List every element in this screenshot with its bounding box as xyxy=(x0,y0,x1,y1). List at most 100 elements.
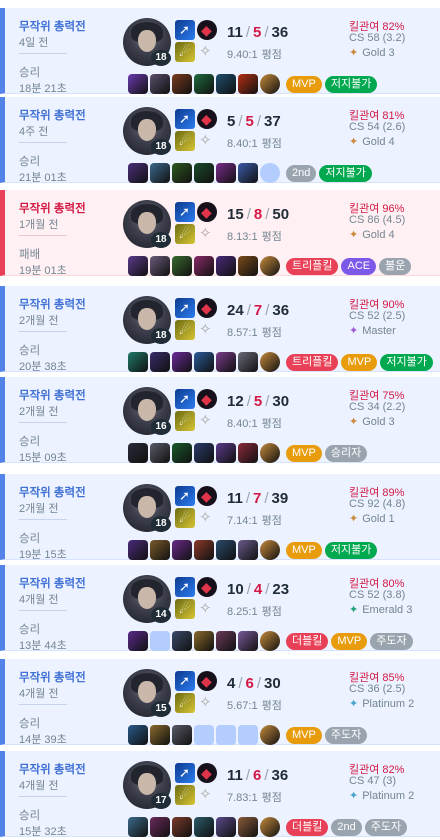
match-card[interactable]: 무작위 총력전 2개월 전 승리 19분 15초 18 ➚ ☄ ◆ ✧ 11/7/39 7.14:1… xyxy=(0,474,440,561)
item-slot[interactable] xyxy=(150,163,170,183)
item-slot[interactable] xyxy=(216,540,236,560)
summoner-spell-flash-icon[interactable]: ➚ xyxy=(175,671,195,691)
item-slot[interactable] xyxy=(238,163,258,183)
item-slot[interactable] xyxy=(238,74,258,94)
match-card[interactable]: 무작위 총력전 4주 전 승리 21분 01초 18 ➚ ☄ ◆ ✧ 5/5/37 8.40:1 평점… xyxy=(0,97,440,184)
match-card[interactable]: 무작위 총력전 1개월 전 패배 19분 01초 18 ➚ ☄ ◆ ✧ 15/8/50 8.13:1… xyxy=(0,190,440,277)
item-slot[interactable] xyxy=(150,256,170,276)
empty-item-slot[interactable] xyxy=(194,725,214,745)
secondary-rune-icon[interactable]: ✧ xyxy=(199,786,215,803)
item-slot[interactable] xyxy=(128,631,148,651)
item-slot[interactable] xyxy=(128,725,148,745)
secondary-rune-icon[interactable]: ✧ xyxy=(199,225,215,242)
keystone-rune-icon[interactable]: ◆ xyxy=(197,577,217,597)
secondary-rune-icon[interactable]: ✧ xyxy=(199,694,215,711)
item-slot[interactable] xyxy=(150,352,170,372)
match-card[interactable]: 무작위 총력전 4개월 전 승리 13분 44초 14 ➚ ☄ ◆ ✧ 10/4/23 8.25:1… xyxy=(0,565,440,652)
empty-item-slot[interactable] xyxy=(216,725,236,745)
secondary-rune-icon[interactable]: ✧ xyxy=(199,509,215,526)
item-slot[interactable] xyxy=(128,443,148,463)
item-slot[interactable] xyxy=(238,631,258,651)
keystone-rune-icon[interactable]: ◆ xyxy=(197,671,217,691)
item-slot[interactable] xyxy=(216,631,236,651)
secondary-rune-icon[interactable]: ✧ xyxy=(199,412,215,429)
item-slot[interactable] xyxy=(150,725,170,745)
secondary-rune-icon[interactable]: ✧ xyxy=(199,600,215,617)
trinket-slot[interactable] xyxy=(260,74,280,94)
keystone-rune-icon[interactable]: ◆ xyxy=(197,202,217,222)
summoner-spell-flash-icon[interactable]: ➚ xyxy=(175,298,195,318)
summoner-spell-mark-icon[interactable]: ☄ xyxy=(175,411,195,431)
item-slot[interactable] xyxy=(238,443,258,463)
empty-item-slot[interactable] xyxy=(238,725,258,745)
item-slot[interactable] xyxy=(194,256,214,276)
summoner-spell-mark-icon[interactable]: ☄ xyxy=(175,508,195,528)
summoner-spell-flash-icon[interactable]: ➚ xyxy=(175,109,195,129)
item-slot[interactable] xyxy=(150,817,170,837)
keystone-rune-icon[interactable]: ◆ xyxy=(197,109,217,129)
item-slot[interactable] xyxy=(194,163,214,183)
item-slot[interactable] xyxy=(194,540,214,560)
item-slot[interactable] xyxy=(172,163,192,183)
item-slot[interactable] xyxy=(216,74,236,94)
item-slot[interactable] xyxy=(150,540,170,560)
match-card[interactable]: 무작위 총력전 4개월 전 승리 14분 39초 15 ➚ ☄ ◆ ✧ 4/6/30 5.67:1 평… xyxy=(0,659,440,746)
item-slot[interactable] xyxy=(194,817,214,837)
item-slot[interactable] xyxy=(150,443,170,463)
trinket-slot[interactable] xyxy=(260,540,280,560)
trinket-slot[interactable] xyxy=(260,725,280,745)
item-slot[interactable] xyxy=(128,74,148,94)
item-slot[interactable] xyxy=(150,74,170,94)
item-slot[interactable] xyxy=(194,443,214,463)
summoner-spell-mark-icon[interactable]: ☄ xyxy=(175,131,195,151)
item-slot[interactable] xyxy=(216,443,236,463)
keystone-rune-icon[interactable]: ◆ xyxy=(197,486,217,506)
summoner-spell-mark-icon[interactable]: ☄ xyxy=(175,320,195,340)
keystone-rune-icon[interactable]: ◆ xyxy=(197,298,217,318)
item-slot[interactable] xyxy=(194,74,214,94)
summoner-spell-flash-icon[interactable]: ➚ xyxy=(175,389,195,409)
summoner-spell-mark-icon[interactable]: ☄ xyxy=(175,693,195,713)
item-slot[interactable] xyxy=(238,540,258,560)
summoner-spell-flash-icon[interactable]: ➚ xyxy=(175,486,195,506)
item-slot[interactable] xyxy=(194,352,214,372)
item-slot[interactable] xyxy=(172,74,192,94)
item-slot[interactable] xyxy=(172,631,192,651)
match-card[interactable]: 무작위 총력전 4개월 전 승리 15분 32초 17 ➚ ☄ ◆ ✧ 11/6/36 7.83:1… xyxy=(0,751,440,838)
item-slot[interactable] xyxy=(128,540,148,560)
item-slot[interactable] xyxy=(216,817,236,837)
item-slot[interactable] xyxy=(194,631,214,651)
item-slot[interactable] xyxy=(238,256,258,276)
item-slot[interactable] xyxy=(172,443,192,463)
item-slot[interactable] xyxy=(238,817,258,837)
match-card[interactable]: 무작위 총력전 4일 전 승리 18분 21초 18 ➚ ☄ ◆ ✧ 11/5/36 9.40:1 평… xyxy=(0,8,440,95)
trinket-slot[interactable] xyxy=(260,352,280,372)
item-slot[interactable] xyxy=(216,256,236,276)
item-slot[interactable] xyxy=(172,256,192,276)
item-slot[interactable] xyxy=(216,352,236,372)
item-slot[interactable] xyxy=(172,352,192,372)
keystone-rune-icon[interactable]: ◆ xyxy=(197,763,217,783)
summoner-spell-flash-icon[interactable]: ➚ xyxy=(175,577,195,597)
keystone-rune-icon[interactable]: ◆ xyxy=(197,20,217,40)
keystone-rune-icon[interactable]: ◆ xyxy=(197,389,217,409)
summoner-spell-flash-icon[interactable]: ➚ xyxy=(175,763,195,783)
empty-item-slot[interactable] xyxy=(150,631,170,651)
trinket-slot[interactable] xyxy=(260,817,280,837)
match-card[interactable]: 무작위 총력전 2개월 전 승리 20분 38초 18 ➚ ☄ ◆ ✧ 24/7/36 8.57:1… xyxy=(0,286,440,373)
item-slot[interactable] xyxy=(172,817,192,837)
item-slot[interactable] xyxy=(216,163,236,183)
item-slot[interactable] xyxy=(128,352,148,372)
secondary-rune-icon[interactable]: ✧ xyxy=(199,321,215,338)
summoner-spell-mark-icon[interactable]: ☄ xyxy=(175,42,195,62)
summoner-spell-mark-icon[interactable]: ☄ xyxy=(175,224,195,244)
item-slot[interactable] xyxy=(128,163,148,183)
trinket-slot[interactable] xyxy=(260,443,280,463)
match-card[interactable]: 무작위 총력전 2개월 전 승리 15분 09초 16 ➚ ☄ ◆ ✧ 12/5/30 8.40:1… xyxy=(0,377,440,464)
secondary-rune-icon[interactable]: ✧ xyxy=(199,43,215,60)
summoner-spell-flash-icon[interactable]: ➚ xyxy=(175,202,195,222)
trinket-slot[interactable] xyxy=(260,256,280,276)
item-slot[interactable] xyxy=(238,352,258,372)
item-slot[interactable] xyxy=(172,540,192,560)
item-slot[interactable] xyxy=(172,725,192,745)
